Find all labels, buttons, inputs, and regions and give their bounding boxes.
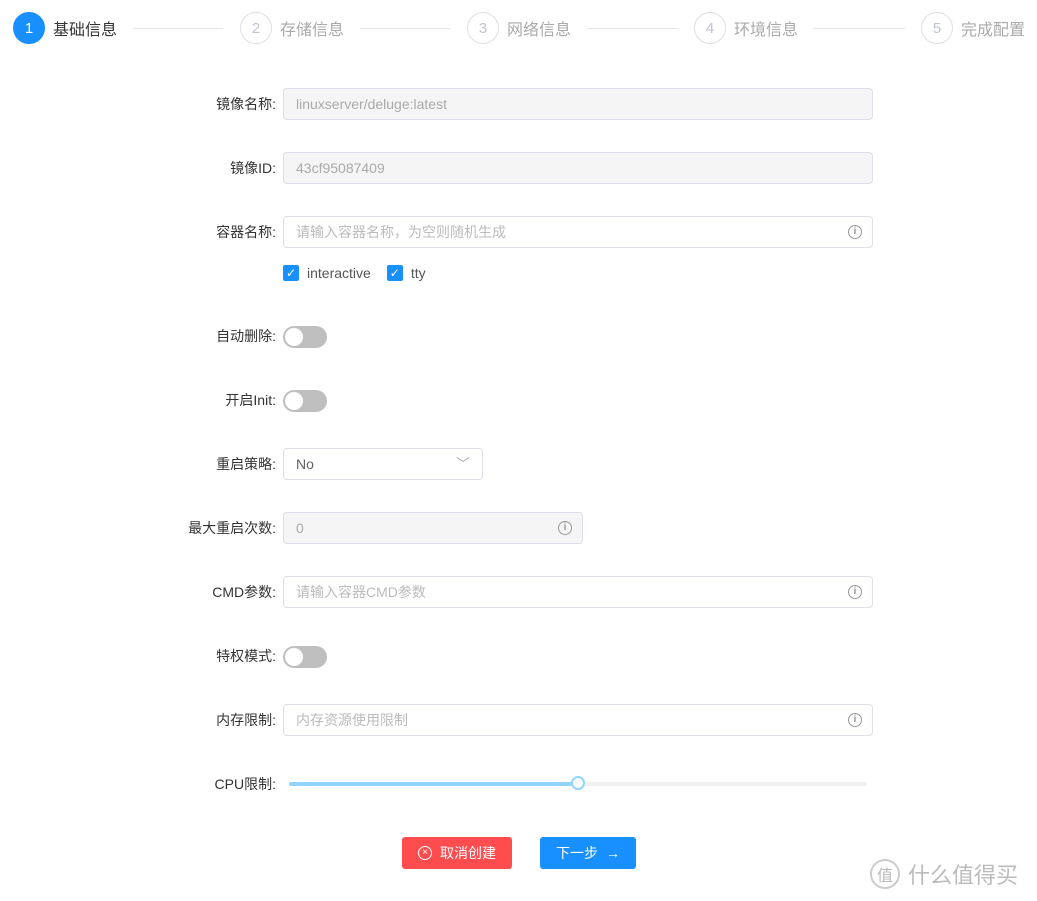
logo-icon: 值 <box>870 859 900 889</box>
container-name-input[interactable]: 请输入容器名称，为空则随机生成 i <box>283 216 873 248</box>
privileged-label: 特权模式: <box>216 648 276 664</box>
checkbox-label: interactive <box>307 265 371 281</box>
image-name-input: linuxserver/deluge:latest <box>283 88 873 120</box>
checkbox-label: tty <box>410 265 426 281</box>
image-name-label: 镜像名称: <box>216 96 276 112</box>
watermark-text: 什么值得买 <box>908 863 1019 888</box>
step-number: 2 <box>240 12 272 44</box>
max-restart-label: 最大重启次数: <box>188 520 276 536</box>
cmd-label: CMD参数: <box>212 584 276 600</box>
cancel-create-button[interactable]: × 取消创建 <box>402 837 512 869</box>
check-icon: ✓ <box>283 265 299 281</box>
image-name-value: linuxserver/deluge:latest <box>296 96 447 112</box>
info-icon[interactable]: i <box>848 225 862 239</box>
step-divider <box>588 28 678 29</box>
step-3[interactable]: 3 网络信息 <box>467 12 571 44</box>
cmd-row: CMD参数: 请输入容器CMD参数 i <box>0 576 1037 608</box>
close-circle-icon: × <box>418 846 432 860</box>
button-label: 下一步 <box>556 845 598 861</box>
step-label: 环境信息 <box>734 22 799 39</box>
cpu-label: CPU限制: <box>214 776 276 792</box>
privileged-row: 特权模式: <box>0 640 1037 672</box>
memory-label: 内存限制: <box>216 712 276 728</box>
step-label: 存储信息 <box>280 22 345 39</box>
cpu-row: CPU限制: <box>0 768 1037 800</box>
watermark: 值 什么值得买 <box>870 858 1018 890</box>
image-id-label: 镜像ID: <box>230 160 276 176</box>
button-label: 取消创建 <box>440 845 496 861</box>
step-label: 网络信息 <box>507 22 572 39</box>
image-name-row: 镜像名称: linuxserver/deluge:latest <box>0 88 1037 120</box>
init-label: 开启Init: <box>225 392 276 408</box>
memory-row: 内存限制: 内存资源使用限制 i <box>0 704 1037 736</box>
cpu-slider[interactable] <box>289 776 867 790</box>
privileged-switch[interactable] <box>283 646 327 668</box>
interactive-checkbox[interactable]: ✓ interactive <box>283 257 371 289</box>
image-id-input: 43cf95087409 <box>283 152 873 184</box>
step-divider <box>360 28 450 29</box>
chevron-down-icon: ﹀ <box>456 456 470 472</box>
auto-remove-row: 自动删除: <box>0 320 1037 352</box>
slider-thumb[interactable] <box>571 776 585 790</box>
tty-checkbox[interactable]: ✓ tty <box>386 257 426 289</box>
memory-input[interactable]: 内存资源使用限制 i <box>283 704 873 736</box>
max-restart-input: 0i <box>283 512 583 544</box>
restart-policy-label: 重启策略: <box>216 456 276 472</box>
info-icon[interactable]: i <box>558 521 572 535</box>
info-icon[interactable]: i <box>848 585 862 599</box>
placeholder: 内存资源使用限制 <box>296 712 408 728</box>
auto-remove-label: 自动删除: <box>216 328 276 344</box>
image-id-row: 镜像ID: 43cf95087409 <box>0 152 1037 184</box>
step-label: 基础信息 <box>53 22 118 39</box>
checkbox-group: ✓ interactive ✓ tty <box>283 257 1037 289</box>
step-2[interactable]: 2 存储信息 <box>240 12 344 44</box>
step-number: 1 <box>13 12 45 44</box>
auto-remove-switch[interactable] <box>283 326 327 348</box>
max-restart-value: 0 <box>296 520 304 536</box>
selected-value: No <box>296 456 314 472</box>
placeholder: 请输入容器名称，为空则随机生成 <box>296 224 506 240</box>
restart-policy-row: 重启策略: No ﹀ <box>0 448 1037 480</box>
slider-fill <box>289 782 578 786</box>
step-5[interactable]: 5 完成配置 <box>921 12 1025 44</box>
max-restart-row: 最大重启次数: 0i <box>0 512 1037 544</box>
step-divider <box>813 28 905 29</box>
container-name-label: 容器名称: <box>216 224 276 240</box>
image-id-value: 43cf95087409 <box>296 160 385 176</box>
init-row: 开启Init: <box>0 384 1037 416</box>
step-number: 4 <box>694 12 726 44</box>
step-number: 3 <box>467 12 499 44</box>
placeholder: 请输入容器CMD参数 <box>296 584 426 600</box>
steps-bar: 1 基础信息 2 存储信息 3 网络信息 4 环境信息 5 完成配置 <box>13 12 1037 44</box>
init-switch[interactable] <box>283 390 327 412</box>
check-icon: ✓ <box>386 265 403 281</box>
step-1[interactable]: 1 基础信息 <box>13 12 117 44</box>
arrow-right-icon: → <box>606 845 620 861</box>
step-number: 5 <box>921 12 953 44</box>
next-step-button[interactable]: 下一步 → <box>540 837 636 869</box>
info-icon[interactable]: i <box>848 713 862 727</box>
restart-policy-select[interactable]: No ﹀ <box>283 448 483 480</box>
container-name-row: 容器名称: 请输入容器名称，为空则随机生成 i <box>0 216 1037 248</box>
step-label: 完成配置 <box>961 22 1026 39</box>
cmd-input[interactable]: 请输入容器CMD参数 i <box>283 576 873 608</box>
step-4[interactable]: 4 环境信息 <box>694 12 798 44</box>
step-divider <box>133 28 223 29</box>
